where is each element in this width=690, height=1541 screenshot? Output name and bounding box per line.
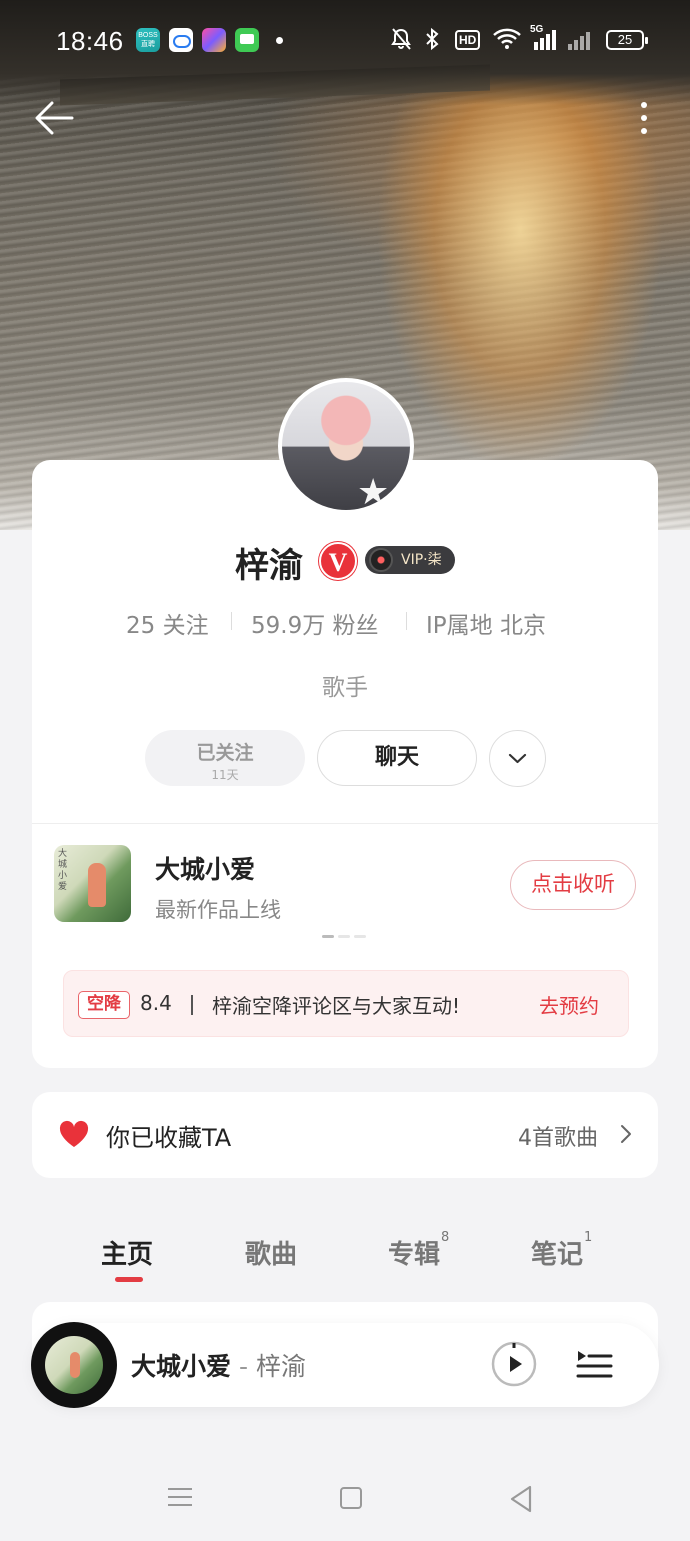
vinyl-disc-icon: [369, 548, 393, 572]
profile-name-row: 梓渝 V VIP·柒: [32, 538, 658, 586]
verified-badge[interactable]: V: [319, 542, 357, 580]
chevron-right-icon: [621, 1125, 631, 1143]
following-count[interactable]: 25 关注: [126, 606, 209, 640]
new-release-title[interactable]: 大城小爱: [155, 850, 255, 886]
hd-icon: HD: [455, 30, 481, 50]
profile-card: 梓渝 V VIP·柒 25 关注 59.9万 粉丝 IP属地 北京 歌手 已关注…: [32, 460, 658, 1068]
mute-icon: [391, 28, 411, 50]
active-tab-indicator: [115, 1277, 143, 1282]
more-options-button[interactable]: [628, 96, 660, 140]
artist-name: 梓渝: [235, 546, 303, 586]
tab-notes[interactable]: 笔记1: [531, 1230, 592, 1271]
event-date: 8.4: [140, 991, 172, 1015]
signal-5g-icon: 5G: [530, 24, 556, 50]
section-divider: [32, 823, 658, 824]
messages-icon: [235, 28, 259, 52]
reserve-button[interactable]: 去预约: [539, 990, 599, 1019]
mini-player[interactable]: 大城小爱 - 梓渝: [32, 1323, 659, 1407]
followed-label: 已关注: [196, 742, 254, 764]
signal-icon: [568, 28, 594, 50]
status-time: 18:46: [56, 26, 124, 56]
event-notice-banner[interactable]: 空降 8.4 梓渝空降评论区与大家互动! 去预约: [63, 970, 629, 1037]
now-playing-cover[interactable]: [31, 1322, 117, 1408]
wifi-icon: [493, 28, 521, 49]
recent-apps-button[interactable]: [168, 1486, 192, 1508]
collected-song-count: 4首歌曲: [518, 1126, 598, 1151]
boss-app-icon: BOSS 直聘: [136, 28, 160, 52]
chat-button[interactable]: 聊天: [317, 730, 477, 786]
profile-stats: 25 关注 59.9万 粉丝 IP属地 北京: [32, 606, 658, 639]
more-notifications-dot: [276, 37, 283, 44]
vip-badge[interactable]: VIP·柒: [365, 546, 455, 574]
artist-role: 歌手: [322, 675, 368, 701]
tab-home[interactable]: 主页: [101, 1234, 153, 1271]
home-button[interactable]: [340, 1487, 362, 1509]
followed-button[interactable]: 已关注 11天: [145, 730, 305, 786]
avatar[interactable]: ★: [278, 378, 414, 514]
new-release-cover[interactable]: 大城小爱: [54, 845, 131, 922]
back-button[interactable]: [30, 96, 78, 140]
play-button[interactable]: [491, 1341, 537, 1387]
status-bar: 18:46 BOSS 直聘 HD 5G 25: [0, 18, 690, 62]
followers-count[interactable]: 59.9万 粉丝: [251, 606, 379, 640]
tab-albums[interactable]: 专辑8: [388, 1230, 449, 1271]
stats-divider: [406, 612, 407, 630]
heart-icon: [59, 1120, 89, 1147]
stats-divider: [231, 612, 232, 630]
battery-icon: 25: [606, 30, 648, 50]
play-icon: [510, 1356, 522, 1372]
notice-divider: [191, 995, 193, 1015]
system-back-button[interactable]: [508, 1484, 534, 1514]
playlist-button[interactable]: [574, 1345, 614, 1385]
ip-location: IP属地 北京: [426, 613, 546, 639]
new-release-subtitle: 最新作品上线: [155, 898, 281, 922]
collected-label: 你已收藏TA: [106, 1124, 232, 1152]
event-message: 梓渝空降评论区与大家互动!: [212, 994, 461, 1018]
bluetooth-icon: [426, 27, 439, 51]
expand-button[interactable]: [489, 730, 546, 787]
more-vertical-icon: [641, 102, 647, 108]
followed-days: 11天: [211, 768, 239, 782]
event-tag: 空降: [78, 991, 130, 1019]
collection-card[interactable]: 你已收藏TA 4首歌曲: [32, 1092, 658, 1178]
notes-count-badge: 1: [584, 1230, 593, 1246]
system-navigation-bar: [0, 1470, 690, 1530]
listen-now-button[interactable]: 点击收听: [510, 860, 636, 910]
albums-count-badge: 8: [441, 1230, 450, 1246]
tab-songs[interactable]: 歌曲: [245, 1234, 297, 1271]
shortcut-app-icon: [202, 28, 226, 52]
now-playing-text[interactable]: 大城小爱 - 梓渝: [131, 1347, 306, 1383]
chevron-down-icon: [508, 753, 526, 763]
baidu-netdisk-icon: [169, 28, 193, 52]
